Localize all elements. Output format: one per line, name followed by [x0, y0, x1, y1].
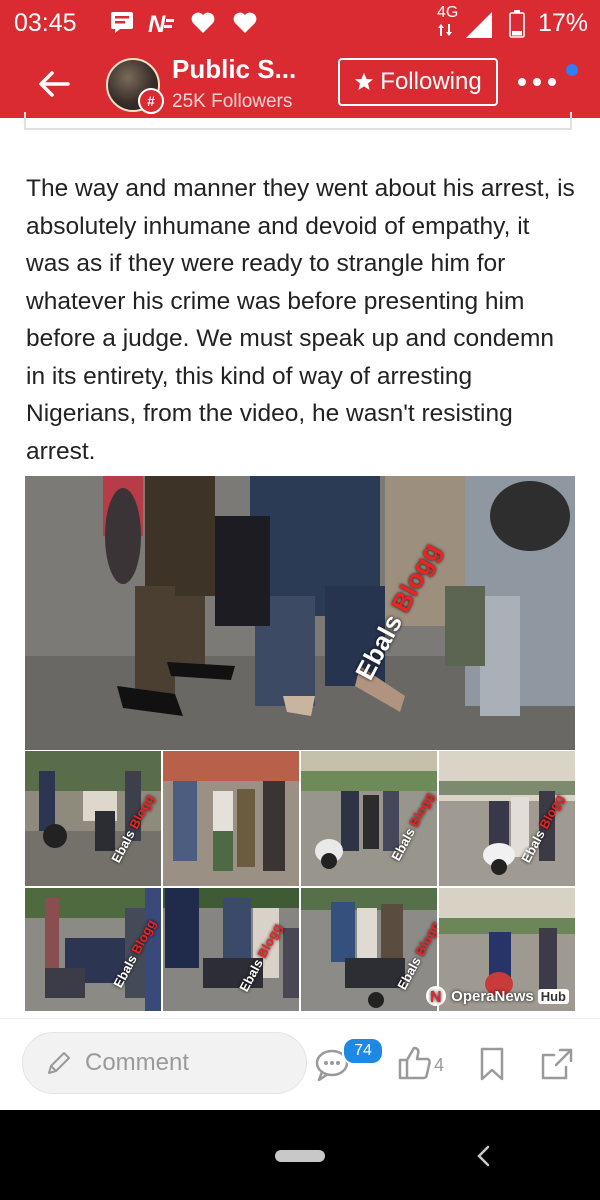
system-navigation-bar — [0, 1110, 600, 1200]
following-button[interactable]: Following — [338, 58, 498, 106]
operanews-logo-icon: N — [426, 986, 447, 1006]
home-gesture-pill[interactable] — [275, 1150, 325, 1162]
signal-icon — [466, 12, 492, 38]
top-app-bar: 03:45 N 4G 17% # Public S... 25K Followe… — [0, 0, 600, 118]
svg-text:N: N — [430, 989, 442, 1006]
share-icon[interactable] — [540, 1047, 574, 1081]
data-arrows-icon — [438, 24, 452, 36]
collage-photo: Ebals Blogg — [25, 751, 161, 886]
article-action-bar: Comment 74 4 — [0, 1018, 600, 1107]
status-bar: 03:45 N 4G 17% — [0, 0, 600, 48]
article-photo-collage[interactable]: Ebals Blogg Ebals Blogg Ebals Blogg Ebal… — [25, 751, 575, 1011]
collage-photo: Ebals Blogg — [301, 888, 437, 1011]
heart-icon — [191, 12, 215, 33]
battery-percent: 17% — [537, 9, 588, 37]
collage-photo: Ebals Blogg — [439, 751, 575, 886]
publisher-name[interactable]: Public S... — [172, 54, 296, 85]
collage-photo: Ebals Blogg — [25, 888, 161, 1011]
scene-illustration — [25, 476, 575, 750]
more-options-icon[interactable] — [517, 75, 557, 89]
previous-card-edge — [24, 112, 572, 130]
following-label: Following — [380, 68, 482, 95]
star-icon — [355, 73, 374, 90]
svg-text:N: N — [148, 11, 166, 35]
comment-input[interactable]: Comment — [22, 1032, 307, 1094]
comment-placeholder: Comment — [85, 1049, 190, 1076]
collage-photo: Ebals Blogg — [301, 751, 437, 886]
publisher-avatar[interactable]: # — [106, 58, 164, 114]
nav-back-icon[interactable] — [474, 1144, 494, 1168]
message-icon — [111, 12, 133, 33]
clock: 03:45 — [14, 9, 77, 37]
heart-icon — [233, 12, 257, 33]
publisher-followers: 25K Followers — [172, 91, 293, 112]
article-main-image[interactable]: Ebals Blogg — [25, 476, 575, 750]
collage-photo — [163, 751, 299, 886]
bookmark-icon[interactable] — [480, 1047, 504, 1081]
network-type: 4G — [437, 4, 459, 21]
news-n-icon: N — [148, 11, 174, 35]
notification-dot — [566, 64, 578, 76]
publisher-badge-icon: # — [138, 88, 164, 114]
collage-photo: Ebals Blogg — [163, 888, 299, 1011]
back-arrow-icon[interactable] — [34, 64, 74, 104]
battery-icon — [509, 10, 525, 38]
thumbs-up-icon[interactable] — [398, 1045, 432, 1081]
article-paragraph: The way and manner they went about his a… — [26, 175, 575, 465]
like-count: 4 — [434, 1055, 445, 1075]
operanews-hub-logo: N OperaNews Hub — [425, 985, 569, 1007]
collage-photo-illustration — [163, 751, 299, 886]
comment-count-badge: 74 — [342, 1037, 384, 1065]
collage-photo-illustration — [163, 888, 299, 1011]
pencil-icon — [48, 1052, 70, 1074]
